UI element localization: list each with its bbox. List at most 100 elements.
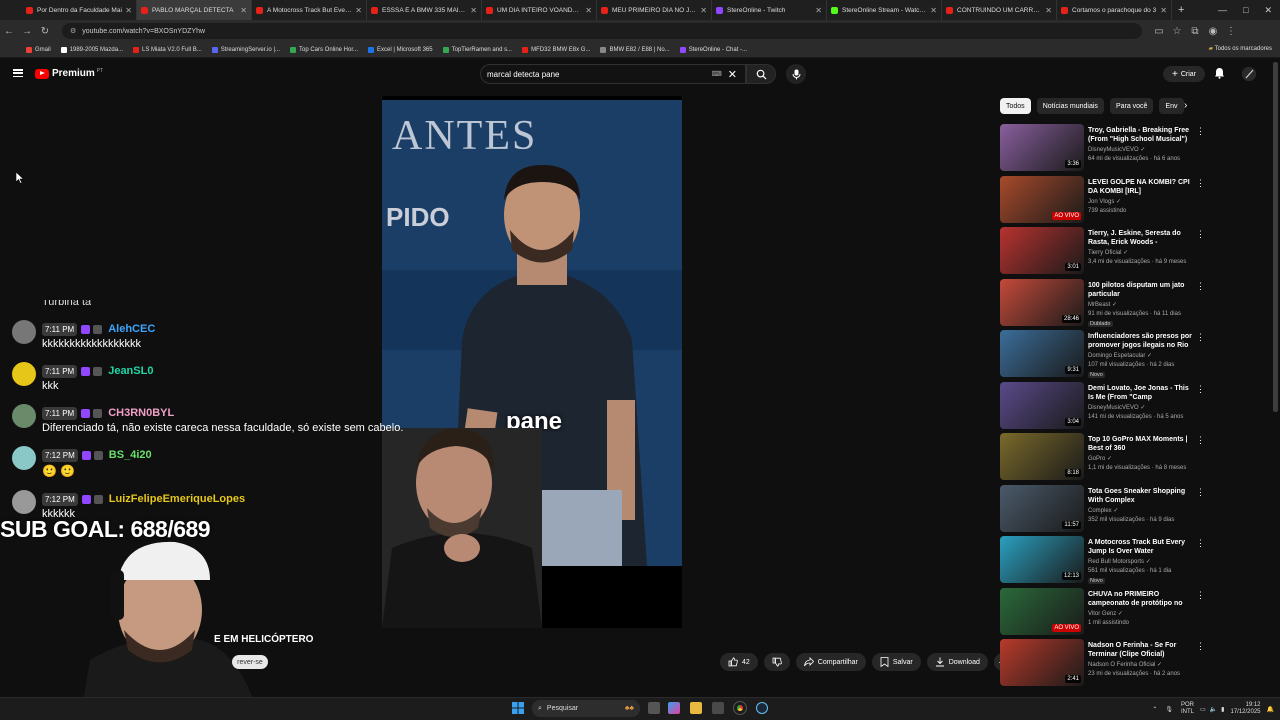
close-tab-icon[interactable]: ✕ [815, 6, 822, 15]
recommendation-item[interactable]: 8:18 Top 10 GoPro MAX Moments | Best of 3… [1000, 433, 1205, 481]
more-options-icon[interactable]: ⋮ [1196, 590, 1205, 601]
filter-chip[interactable]: Para você [1109, 98, 1154, 114]
recommendation-channel[interactable]: Jon Vlogs ✓ [1088, 198, 1121, 205]
bookmark-item[interactable]: Excel | Microsoft 365 [368, 46, 433, 53]
calculator-icon[interactable] [712, 702, 724, 714]
close-tab-icon[interactable]: ✕ [930, 6, 937, 15]
recommendation-item[interactable]: 3:36 Troy, Gabriella - Breaking Free (Fro… [1000, 124, 1205, 172]
filter-chip[interactable]: Notícias mundiais [1036, 98, 1104, 114]
clock[interactable]: 19:12 17/12/2025 [1230, 702, 1260, 716]
filter-chip[interactable]: Env [1159, 98, 1184, 114]
profile-icon[interactable]: ◉ [1204, 26, 1222, 37]
network-icon[interactable]: ▭ [1200, 706, 1206, 713]
extensions-icon[interactable]: ⧉ [1186, 26, 1204, 37]
chrome-icon[interactable] [733, 701, 747, 715]
browser-tab[interactable]: Por Dentro da Faculdade Mai ✕ [22, 0, 137, 20]
recommendation-title[interactable]: 100 pilotos disputam um jato particular [1088, 281, 1192, 299]
bookmark-item[interactable]: Top Cars Online Hor... [290, 46, 358, 53]
notifications-bell-icon[interactable] [1214, 67, 1225, 82]
recommendation-channel[interactable]: Vitor Genz ✓ [1088, 610, 1123, 617]
recommendation-title[interactable]: A Motocross Track But Every Jump Is Over… [1088, 538, 1192, 556]
browser-tab[interactable]: UM DIA INTEIRO VOANDO PE ✕ [482, 0, 597, 20]
taskbar-search[interactable]: ⌕ Pesquisar ♣♣ [532, 700, 640, 717]
recommendation-channel[interactable]: MrBeast ✓ [1088, 301, 1117, 308]
page-scrollbar[interactable] [1273, 62, 1278, 412]
video-thumbnail[interactable]: 3:04 [1000, 381, 1084, 429]
recommendation-title[interactable]: Top 10 GoPro MAX Moments | Best of 360 [1088, 435, 1192, 453]
language-indicator[interactable]: POR INTL [1181, 702, 1194, 716]
recommendation-title[interactable]: Tota Goes Sneaker Shopping With Complex [1088, 487, 1192, 505]
bookmark-item[interactable]: StreamingServer.io |... [211, 46, 280, 53]
video-thumbnail[interactable]: AO VIVO [1000, 587, 1084, 635]
recommendation-title[interactable]: Tierry, J. Eskine, Seresta do Rasta, Eri… [1088, 229, 1192, 247]
recommendation-channel[interactable]: Tierry Oficial ✓ [1088, 249, 1128, 256]
dislike-button[interactable] [763, 653, 790, 671]
recommendation-channel[interactable]: Domingo Espetacular ✓ [1088, 352, 1152, 359]
search-button[interactable] [746, 64, 776, 84]
recommendation-channel[interactable]: Red Bull Motorsports ✓ [1088, 558, 1151, 565]
close-tab-icon[interactable]: ✕ [470, 6, 477, 15]
browser-tab[interactable]: CONTRUINDO UM CARRO EM ✕ [942, 0, 1057, 20]
recommendation-item[interactable]: 9:31 Influenciadores são presos por promo… [1000, 330, 1205, 378]
volume-icon[interactable]: 🔈 [1210, 706, 1217, 713]
video-thumbnail[interactable]: 3:36 [1000, 124, 1084, 171]
mic-tray-icon[interactable]: 🎙 [1165, 706, 1173, 713]
hamburger-menu-icon[interactable] [13, 69, 23, 77]
chat-username[interactable]: AlehCEC [108, 323, 155, 335]
clear-search-icon[interactable]: ✕ [728, 68, 737, 81]
url-field[interactable]: ⚙ youtube.com/watch?v=BXOSnYDZYhw [62, 23, 1142, 39]
chat-username[interactable]: BS_4i20 [109, 449, 152, 461]
bookmark-item[interactable]: MFD32 BMW E8x G... [522, 46, 590, 53]
chat-username[interactable]: LuizFelipeEmeriqueLopes [109, 493, 245, 505]
copilot-icon[interactable] [668, 702, 680, 714]
subscribe-button[interactable]: rever-se [232, 655, 268, 669]
bookmark-item[interactable]: Gmail [26, 46, 51, 53]
voice-search-button[interactable] [786, 64, 806, 84]
youtube-logo[interactable]: Premium PT [35, 68, 103, 79]
back-icon[interactable]: ← [0, 26, 18, 37]
battery-icon[interactable]: ▮ [1221, 706, 1224, 713]
more-options-icon[interactable]: ⋮ [1196, 435, 1205, 446]
share-button[interactable]: Compartilhar [795, 653, 866, 671]
like-button[interactable]: 42 [720, 653, 758, 671]
video-thumbnail[interactable]: 2:41 [1000, 639, 1084, 686]
close-tab-icon[interactable]: ✕ [1160, 6, 1167, 15]
more-options-icon[interactable]: ⋮ [1196, 384, 1205, 395]
chevron-up-icon[interactable]: ⌃ [1152, 706, 1157, 713]
close-tab-icon[interactable]: ✕ [585, 6, 592, 15]
bookmark-item[interactable]: LS Miata V2.0 Full B... [133, 46, 202, 53]
maximize-icon[interactable]: □ [1243, 5, 1248, 15]
recommendation-item[interactable]: 11:57 Tota Goes Sneaker Shopping With Com… [1000, 484, 1205, 533]
minimize-icon[interactable]: — [1218, 5, 1227, 15]
more-options-icon[interactable]: ⋮ [1196, 229, 1205, 240]
recommendation-item[interactable]: 28:46 100 pilotos disputam um jato partic… [1000, 278, 1205, 327]
video-thumbnail[interactable]: AO VIVO [1000, 175, 1084, 223]
close-tab-icon[interactable]: ✕ [355, 6, 362, 15]
recommendation-title[interactable]: LEVEI GOLPE NA KOMBI? CPI DA KOMBI [IRL] [1088, 178, 1192, 196]
bookmark-item[interactable]: 1989-2005 Mazda... [60, 46, 123, 53]
more-options-icon[interactable]: ⋮ [1196, 487, 1205, 498]
recommendation-item[interactable]: 2:41 Nadson O Ferinha - Se For Terminar (… [1000, 639, 1205, 687]
recommendation-title[interactable]: Troy, Gabriella - Breaking Free (From "H… [1088, 126, 1192, 144]
bookmark-item[interactable]: BMW E82 / E88 | No... [600, 46, 670, 53]
video-player[interactable]: ANTES PIDO pane [382, 96, 682, 628]
account-avatar[interactable] [1242, 67, 1256, 81]
more-options-icon[interactable]: ⋮ [1196, 538, 1205, 549]
recommendation-channel[interactable]: DisneyMusicVEVO ✓ [1088, 404, 1145, 411]
chat-username[interactable]: JeanSL0 [108, 365, 153, 377]
recommendation-title[interactable]: CHUVA no PRIMEIRO campeonato de protótip… [1088, 590, 1192, 608]
reload-icon[interactable]: ↻ [36, 26, 54, 37]
browser-tab[interactable]: MEU PRIMEIRO DIA NO JAPÃ ✕ [597, 0, 712, 20]
close-tab-icon[interactable]: ✕ [700, 6, 707, 15]
chat-username[interactable]: CH3RN0BYL [108, 407, 174, 419]
browser-tab[interactable]: PABLO MARÇAL DETECTA ✕ [137, 0, 252, 20]
filter-chip[interactable]: Todos [1000, 98, 1031, 114]
forward-icon[interactable]: → [18, 26, 36, 37]
recommendation-channel[interactable]: DisneyMusicVEVO ✓ [1088, 146, 1145, 153]
recommendation-title[interactable]: Influenciadores são presos por promover … [1088, 332, 1192, 350]
more-options-icon[interactable]: ⋮ [1196, 641, 1205, 652]
recommendation-item[interactable]: 12:13 A Motocross Track But Every Jump Is… [1000, 536, 1205, 584]
close-tab-icon[interactable]: ✕ [1045, 6, 1052, 15]
recommendation-item[interactable]: AO VIVO CHUVA no PRIMEIRO campeonato de p… [1000, 587, 1205, 636]
more-options-icon[interactable]: ⋮ [1196, 281, 1205, 292]
